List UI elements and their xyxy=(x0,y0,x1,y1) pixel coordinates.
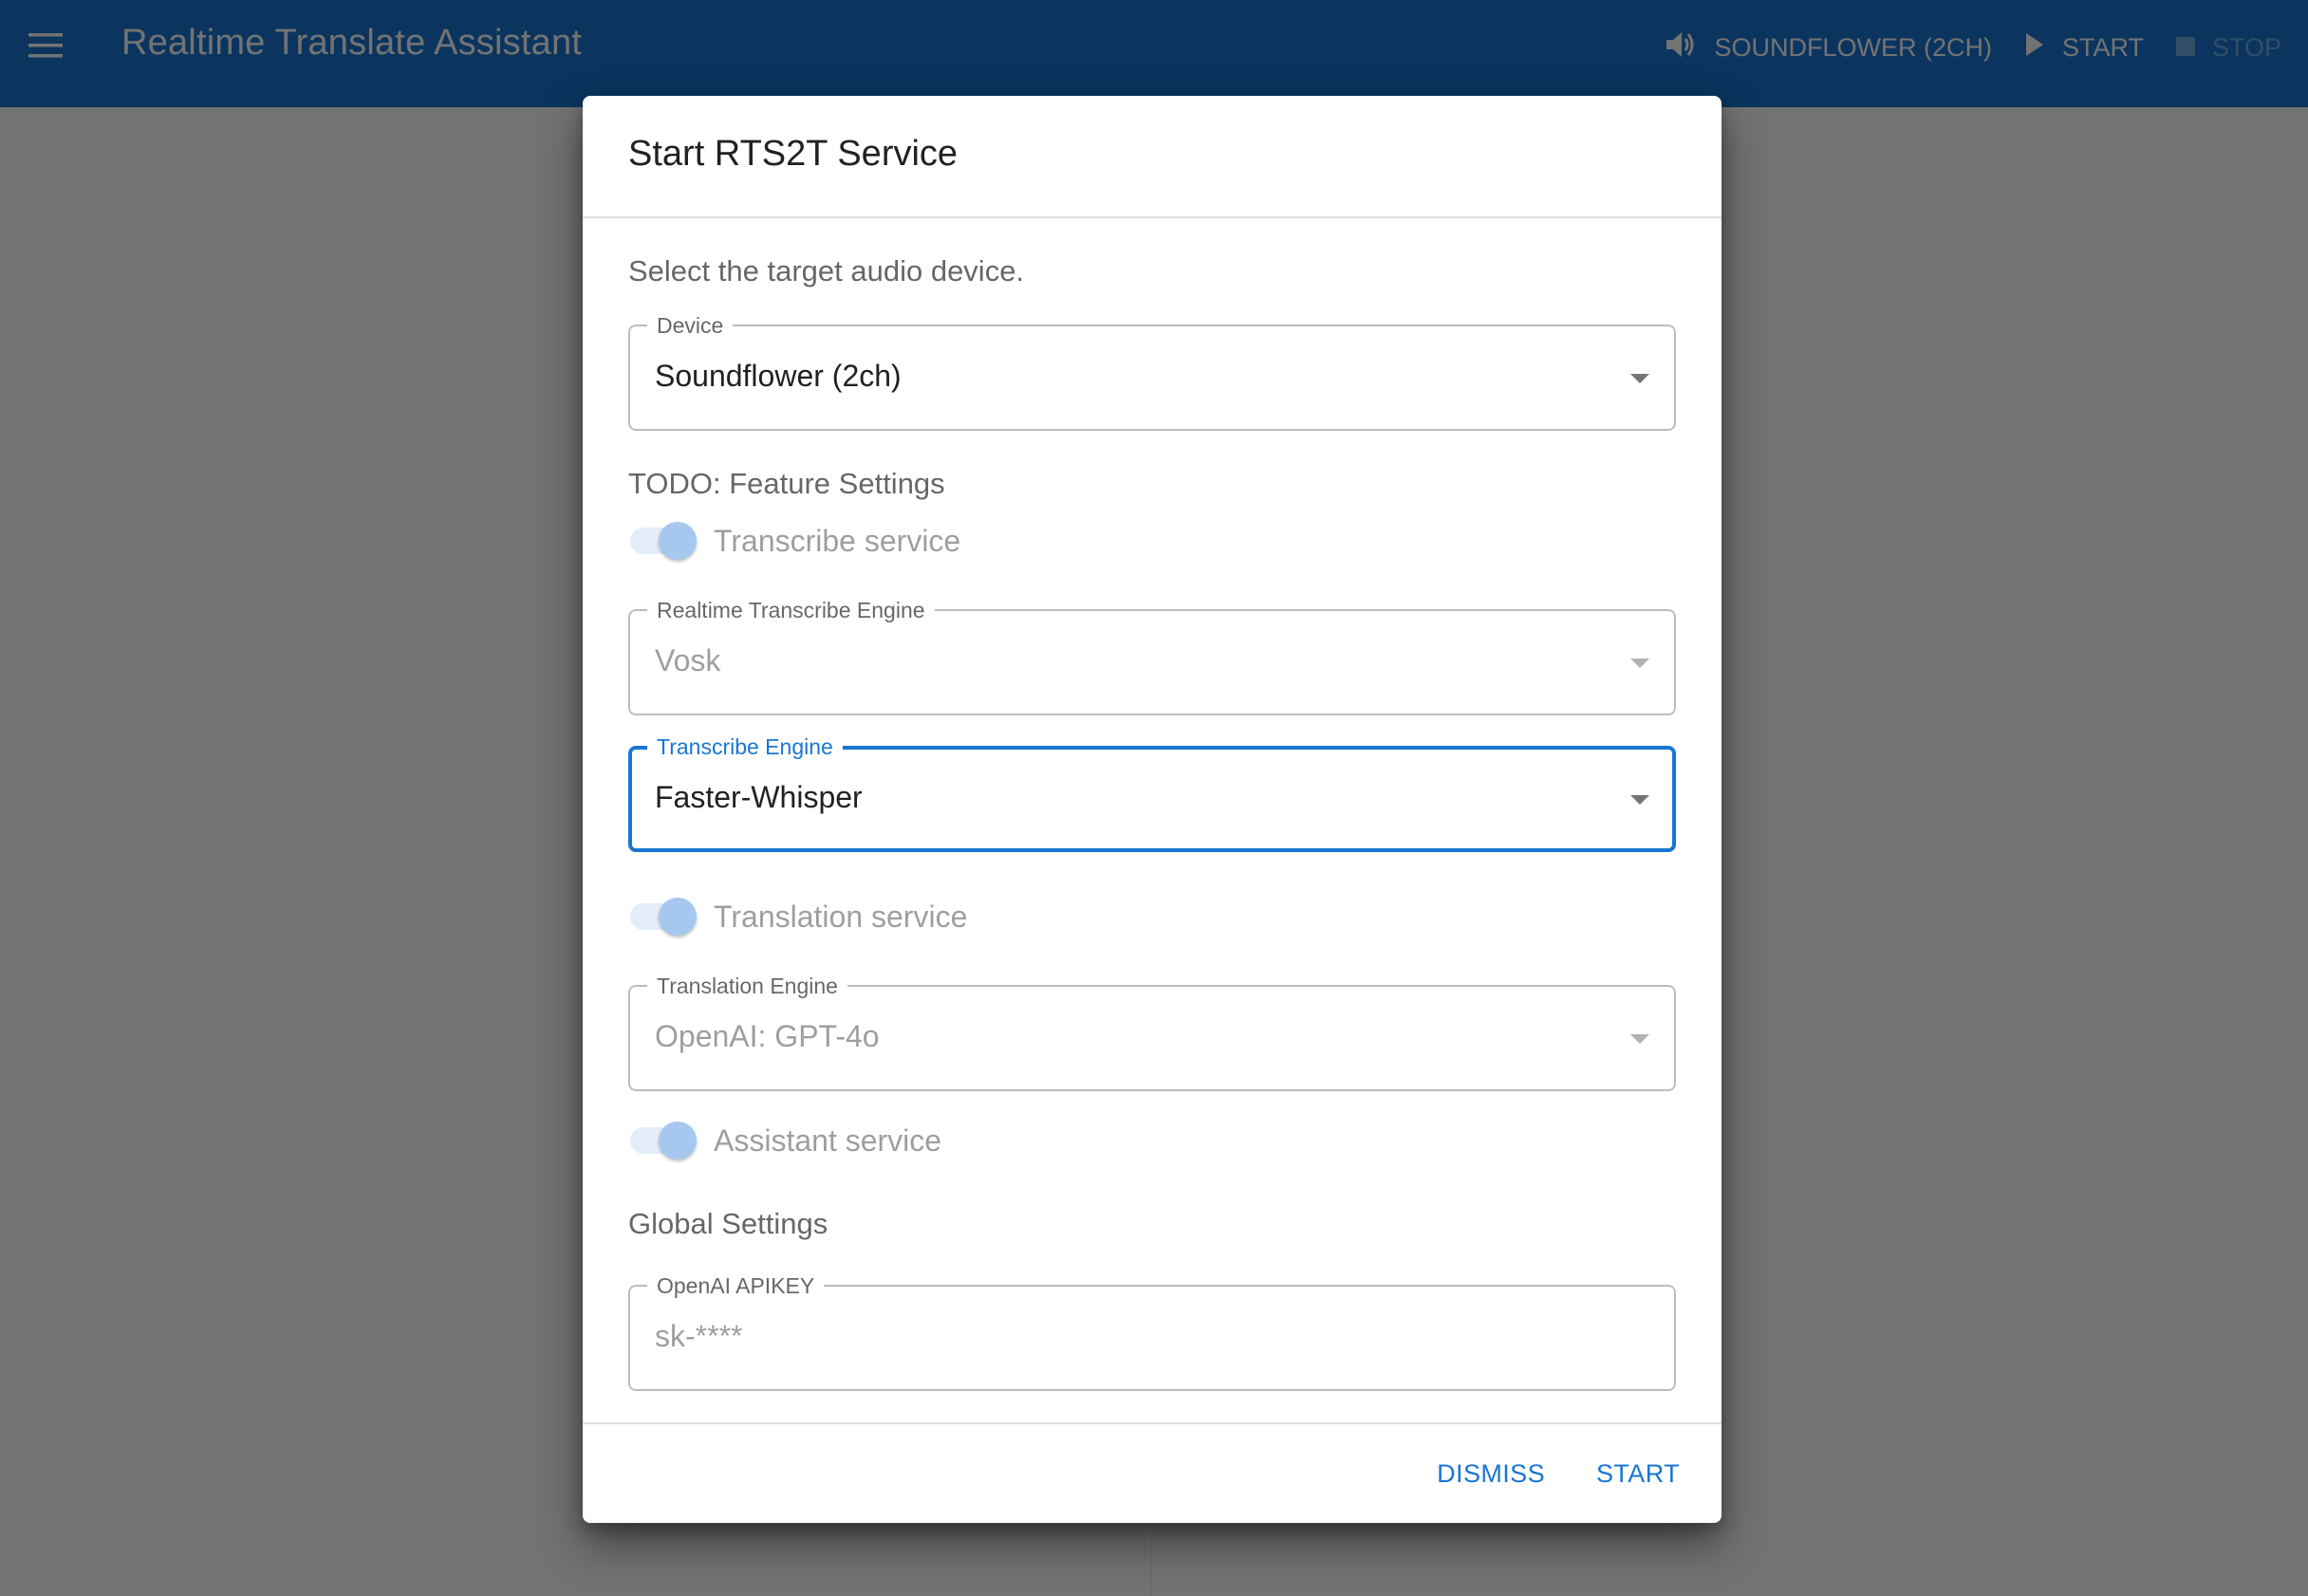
start-service-dialog: Start RTS2T Service Select the target au… xyxy=(583,96,1722,1523)
realtime-transcribe-engine-label: Realtime Transcribe Engine xyxy=(647,598,935,622)
chevron-down-icon xyxy=(1630,659,1649,668)
transcribe-engine-label: Transcribe Engine xyxy=(647,734,843,759)
chevron-down-icon xyxy=(1630,1034,1649,1044)
dialog-title: Start RTS2T Service xyxy=(583,96,1722,218)
assistant-switch[interactable] xyxy=(628,1118,700,1163)
realtime-transcribe-engine-select[interactable]: Realtime Transcribe Engine Vosk xyxy=(628,598,1676,715)
transcribe-service-toggle[interactable]: Transcribe service xyxy=(628,518,960,564)
transcribe-service-label: Transcribe service xyxy=(714,523,961,558)
dialog-body: Select the target audio device. Device S… xyxy=(583,218,1722,1422)
switch-thumb xyxy=(659,1122,697,1160)
chevron-down-icon xyxy=(1630,795,1649,805)
translation-engine-label: Translation Engine xyxy=(647,974,847,998)
translation-engine-select[interactable]: Translation Engine OpenAI: GPT-4o xyxy=(628,974,1676,1091)
openai-apikey-label: OpenAI APIKEY xyxy=(647,1273,825,1298)
device-select-value: Soundflower (2ch) xyxy=(655,359,902,393)
device-select[interactable]: Device Soundflower (2ch) xyxy=(628,313,1676,431)
translation-switch[interactable] xyxy=(628,894,700,939)
transcribe-switch[interactable] xyxy=(628,518,700,564)
start-button[interactable]: START xyxy=(1579,1446,1697,1502)
openai-apikey-input[interactable]: OpenAI APIKEY sk-**** xyxy=(628,1273,1676,1391)
device-instruction: Select the target audio device. xyxy=(628,254,1025,288)
translation-engine-value: OpenAI: GPT-4o xyxy=(655,1019,880,1053)
global-settings-heading: Global Settings xyxy=(628,1207,828,1240)
switch-thumb xyxy=(659,898,697,936)
dialog-actions: DISMISS START xyxy=(583,1422,1722,1523)
dismiss-button[interactable]: DISMISS xyxy=(1420,1446,1562,1502)
switch-thumb xyxy=(659,522,697,560)
realtime-transcribe-engine-value: Vosk xyxy=(655,643,721,677)
openai-apikey-placeholder: sk-**** xyxy=(655,1319,743,1353)
feature-settings-heading: TODO: Feature Settings xyxy=(628,467,945,500)
transcribe-engine-value: Faster-Whisper xyxy=(655,780,863,814)
assistant-service-label: Assistant service xyxy=(714,1123,942,1158)
translation-service-label: Translation service xyxy=(714,899,968,934)
assistant-service-toggle[interactable]: Assistant service xyxy=(628,1118,941,1163)
translation-service-toggle[interactable]: Translation service xyxy=(628,894,967,939)
chevron-down-icon xyxy=(1630,374,1649,383)
transcribe-engine-select[interactable]: Transcribe Engine Faster-Whisper xyxy=(628,734,1676,852)
device-select-label: Device xyxy=(647,313,734,338)
